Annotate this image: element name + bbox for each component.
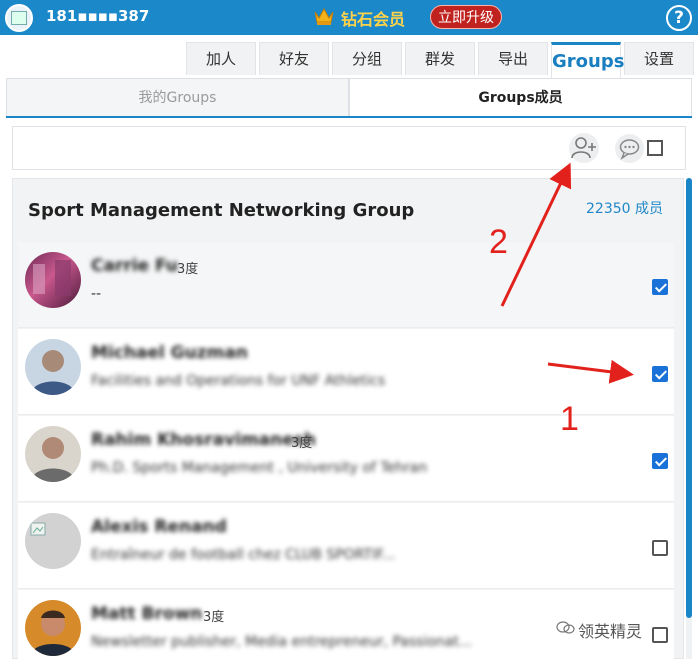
tab-group-members[interactable]: Groups成员: [349, 78, 692, 116]
member-checkbox[interactable]: [652, 279, 668, 295]
member-checkbox[interactable]: [652, 366, 668, 382]
chat-bubble-icon: [619, 139, 640, 160]
message-button[interactable]: [615, 134, 644, 163]
upgrade-button[interactable]: 立即升级: [430, 5, 502, 29]
annotation-number-2: 2: [489, 223, 508, 261]
tab-my-groups[interactable]: 我的Groups: [6, 78, 349, 116]
member-count: 22350 成员: [586, 201, 663, 217]
toolbar: [12, 126, 686, 170]
add-connection-button[interactable]: [569, 133, 599, 163]
avatar-photo: [31, 610, 75, 656]
tab-groups[interactable]: Groups: [551, 42, 624, 78]
member-avatar: [25, 600, 81, 656]
tab-export[interactable]: 导出: [478, 42, 548, 75]
member-avatar: [25, 252, 81, 308]
wechat-icon: [556, 621, 575, 634]
member-name: Michael Guzman: [91, 343, 248, 363]
select-all-checkbox[interactable]: [647, 140, 663, 156]
member-avatar: [25, 339, 81, 395]
main-tabs: 加人 好友 分组 群发 导出 Groups 设置: [186, 42, 697, 78]
tab-mass-send[interactable]: 群发: [405, 42, 475, 75]
member-headline: Facilities and Operations for UNF Athlet…: [91, 373, 386, 389]
annotation-number-1: 1: [560, 400, 579, 438]
member-headline: Newsletter publisher, Media entrepreneur…: [91, 634, 473, 650]
member-name: Alexis Renand: [91, 517, 227, 537]
member-name: Matt Brown: [91, 604, 203, 624]
tab-settings[interactable]: 设置: [624, 42, 694, 75]
watermark: 领英精灵: [578, 622, 643, 641]
group-title: Sport Management Networking Group: [28, 200, 415, 221]
member-degree: 3度: [203, 610, 225, 625]
add-user-icon: [571, 137, 596, 159]
help-icon[interactable]: ?: [666, 5, 692, 31]
member-avatar: [25, 513, 81, 569]
member-row[interactable]: Alexis Renand Entraîneur de football che…: [18, 503, 674, 589]
crown-icon: [314, 7, 334, 25]
member-degree: 3度: [291, 436, 313, 451]
user-phone: 181▪▪▪▪387: [46, 7, 150, 25]
member-headline: Entraîneur de football chez CLUB SPORTIF…: [91, 547, 396, 563]
broken-image-icon: [30, 522, 46, 536]
tab-friends[interactable]: 好友: [259, 42, 329, 75]
vip-label: 钻石会员: [341, 10, 406, 29]
member-checkbox[interactable]: [652, 540, 668, 556]
member-checkbox[interactable]: [652, 627, 668, 643]
avatar-photo: [33, 260, 71, 296]
user-avatar[interactable]: [5, 4, 33, 32]
member-headline: --: [91, 286, 102, 302]
member-degree: 3度: [177, 262, 199, 277]
sub-tabs: 我的Groups Groups成员: [6, 78, 692, 118]
scrollbar-thumb[interactable]: [686, 178, 692, 618]
member-avatar: [25, 426, 81, 482]
tab-add-people[interactable]: 加人: [186, 42, 256, 75]
member-row[interactable]: Carrie Fu 3度 --: [18, 242, 674, 328]
avatar-photo: [31, 437, 75, 482]
member-name: Rahim Khosravimanesh: [91, 430, 317, 450]
member-name: Carrie Fu: [91, 256, 178, 276]
tab-grouping[interactable]: 分组: [332, 42, 402, 75]
avatar-photo: [31, 350, 75, 395]
member-headline: Ph.D. Sports Management , University of …: [91, 460, 428, 476]
member-checkbox[interactable]: [652, 453, 668, 469]
